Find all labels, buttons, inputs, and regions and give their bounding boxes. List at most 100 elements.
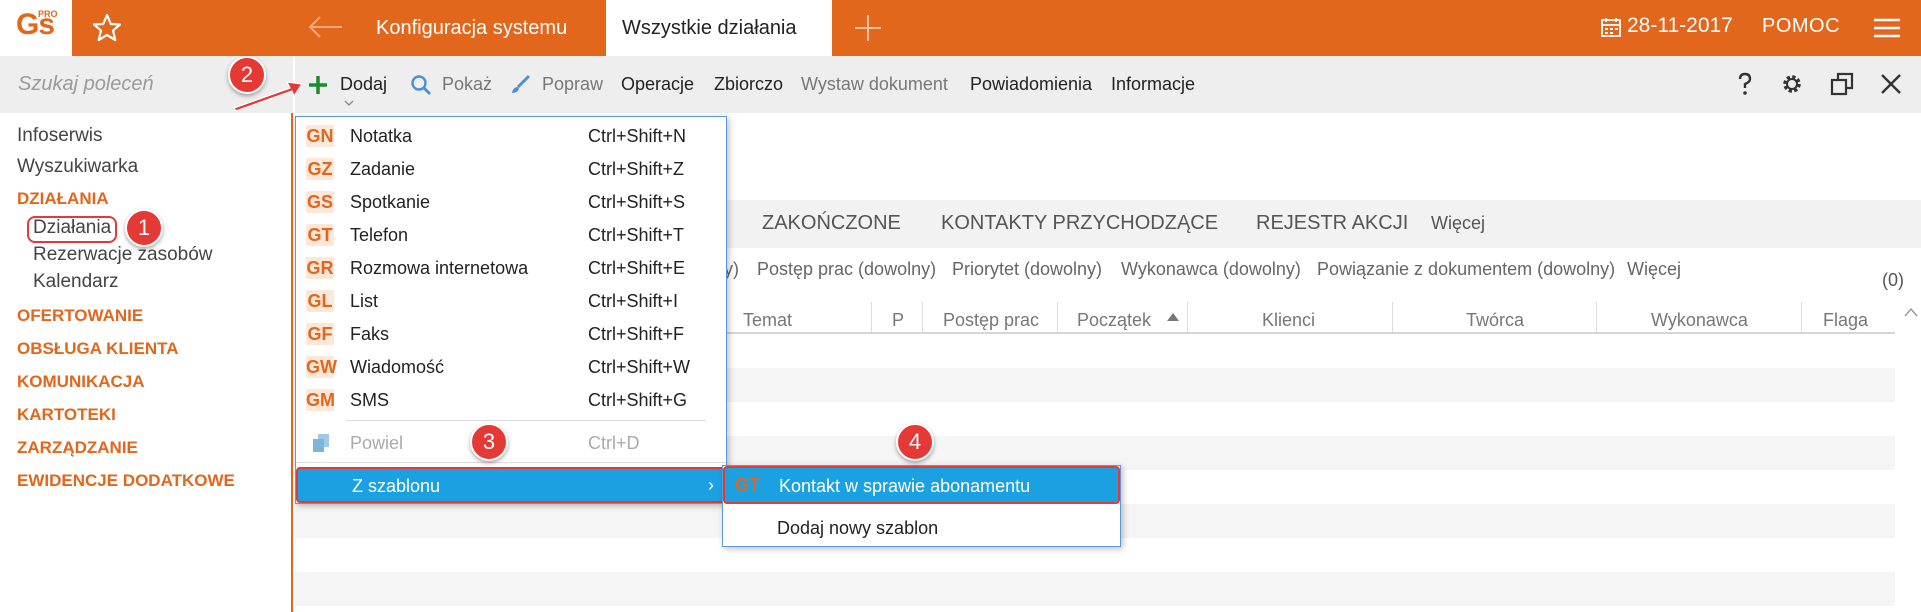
scroll-up-chevron-icon[interactable] — [1904, 307, 1918, 317]
sidebar-section-kartoteki[interactable]: KARTOTEKI — [17, 405, 116, 425]
menu-item-shortcut: Ctrl+Shift+N — [588, 126, 687, 146]
sidebar-section-obsluga-klienta[interactable]: OBSŁUGA KLIENTA — [17, 339, 179, 359]
menu-item-code: GS — [306, 191, 334, 213]
column-progress[interactable]: Postęp prac — [943, 310, 1039, 331]
menu-item-sms[interactable]: GM SMS Ctrl+Shift+G — [296, 383, 726, 416]
filter-more[interactable]: Więcej — [1627, 259, 1681, 280]
template-item-subscription-contact[interactable]: GT Kontakt w sprawie abonamentu — [723, 466, 1120, 504]
tab-more[interactable]: Więcej — [1431, 213, 1485, 234]
help-link[interactable]: POMOC — [1762, 15, 1840, 38]
add-button[interactable]: Dodaj — [340, 74, 387, 95]
menu-item-code: GR — [306, 257, 334, 279]
menu-item-label: SMS — [350, 390, 390, 410]
sidebar-item-rezerwacje[interactable]: Rezerwacje zasobów — [33, 244, 213, 266]
sidebar-item-dzialania[interactable]: Działania — [33, 217, 111, 239]
add-new-template-item[interactable]: Dodaj nowy szablon — [777, 518, 938, 539]
column-subject[interactable]: Temat — [743, 310, 792, 331]
help-question-icon[interactable] — [1732, 71, 1758, 97]
operations-button[interactable]: Operacje — [621, 74, 694, 95]
column-flag[interactable]: Flaga — [1823, 310, 1868, 331]
sort-ascending-icon — [1167, 313, 1179, 321]
sidebar-item-kalendarz[interactable]: Kalendarz — [33, 271, 119, 293]
menu-item-chat[interactable]: GR Rozmowa internetowa Ctrl+Shift+E — [296, 251, 726, 284]
chevron-down-icon — [344, 100, 354, 106]
gear-icon[interactable] — [1779, 71, 1805, 97]
filter-executor[interactable]: Wykonawca (dowolny) — [1121, 259, 1301, 280]
column-executor[interactable]: Wykonawca — [1651, 310, 1748, 331]
menu-item-code: GM — [306, 389, 335, 411]
menu-item-label: Notatka — [350, 126, 413, 146]
sidebar-item-infoserwis[interactable]: Infoserwis — [17, 125, 103, 147]
search-placeholder: Szukaj poleceń — [18, 73, 154, 95]
collection-button[interactable]: Zbiorczo — [714, 74, 783, 95]
notifications-button[interactable]: Powiadomienia — [970, 74, 1092, 95]
add-tab-plus-icon[interactable] — [853, 13, 883, 43]
favorite-star-icon[interactable] — [92, 13, 122, 43]
restore-window-icon[interactable] — [1829, 71, 1855, 97]
menu-item-label: List — [350, 291, 379, 311]
menu-item-label: Z szablonu — [352, 476, 441, 496]
menu-item-phone[interactable]: GT Telefon Ctrl+Shift+T — [296, 218, 726, 251]
menu-item-code: GN — [306, 125, 334, 147]
app-logo[interactable]: Gs PRO — [0, 0, 72, 56]
menu-item-from-template[interactable]: Z szablonu › — [296, 467, 726, 503]
tab-incoming-contacts[interactable]: KONTAKTY PRZYCHODZĄCE — [941, 212, 1218, 235]
menu-divider — [346, 420, 706, 421]
tab-system-configuration[interactable]: Konfiguracja systemu — [360, 0, 606, 56]
sidebar-section-zarzadzanie[interactable]: ZARZĄDZANIE — [17, 438, 138, 458]
add-dropdown-menu: GN Notatka Ctrl+Shift+N GZ Zadanie Ctrl+… — [295, 116, 727, 504]
menu-divider — [296, 462, 726, 463]
filter-document-link[interactable]: Powiązanie z dokumentem (dowolny) — [1317, 259, 1615, 280]
column-separator — [871, 302, 872, 332]
menu-item-fax[interactable]: GF Faks Ctrl+Shift+F — [296, 317, 726, 350]
sidebar-section-komunikacja[interactable]: KOMUNIKACJA — [17, 372, 145, 392]
menu-item-label: Powiel — [350, 433, 404, 453]
annotation-badge-3: 3 — [470, 423, 508, 461]
grid-row[interactable] — [295, 572, 1895, 606]
column-separator — [1392, 302, 1393, 332]
menu-item-label: Telefon — [350, 225, 409, 245]
search-icon — [411, 75, 431, 95]
edit-button[interactable]: Popraw — [542, 74, 603, 95]
menu-item-shortcut: Ctrl+Shift+S — [588, 192, 686, 212]
show-button[interactable]: Pokaż — [442, 74, 492, 95]
menu-item-shortcut: Ctrl+Shift+T — [588, 225, 685, 245]
tab-completed[interactable]: ZAKOŃCZONE — [762, 212, 901, 235]
menu-item-label: Rozmowa internetowa — [350, 258, 529, 278]
menu-item-label: Faks — [350, 324, 390, 344]
filter-progress[interactable]: Postęp prac (dowolny) — [757, 259, 936, 280]
column-start[interactable]: Początek — [1077, 310, 1151, 331]
sidebar-item-wyszukiwarka[interactable]: Wyszukiwarka — [17, 156, 138, 178]
tab-all-activities[interactable]: Wszystkie działania — [606, 0, 832, 56]
menu-item-letter[interactable]: GL List Ctrl+Shift+I — [296, 284, 726, 317]
back-arrow-icon[interactable] — [306, 12, 346, 42]
menu-item-code: GF — [306, 323, 334, 345]
sidebar-section-dzialania[interactable]: DZIAŁANIA — [17, 189, 109, 209]
close-icon[interactable] — [1878, 71, 1904, 97]
filter-priority[interactable]: Priorytet (dowolny) — [952, 259, 1102, 280]
menu-item-meeting[interactable]: GS Spotkanie Ctrl+Shift+S — [296, 185, 726, 218]
menu-item-code: GW — [306, 356, 337, 378]
column-creator[interactable]: Twórca — [1466, 310, 1524, 331]
column-clients[interactable]: Klienci — [1262, 310, 1315, 331]
issue-document-button[interactable]: Wystaw dokument — [801, 74, 948, 95]
hamburger-menu-icon[interactable] — [1874, 17, 1900, 39]
template-submenu: GT Kontakt w sprawie abonamentu Dodaj no… — [722, 465, 1121, 547]
menu-item-shortcut: Ctrl+Shift+Z — [588, 159, 685, 179]
menu-item-shortcut: Ctrl+Shift+G — [588, 390, 688, 410]
menu-item-duplicate[interactable]: Powiel Ctrl+D — [296, 426, 726, 459]
tab-action-register[interactable]: REJESTR AKCJI — [1256, 212, 1408, 235]
menu-item-note[interactable]: GN Notatka Ctrl+Shift+N — [296, 119, 726, 152]
menu-item-shortcut: Ctrl+D — [588, 433, 640, 453]
template-item-label: Kontakt w sprawie abonamentu — [779, 476, 1031, 496]
calendar-icon — [1601, 18, 1621, 37]
sidebar-section-ewidencje[interactable]: EWIDENCJE DODATKOWE — [17, 471, 235, 491]
current-date[interactable]: 28-11-2017 — [1627, 14, 1733, 38]
column-priority[interactable]: P — [892, 310, 904, 331]
information-button[interactable]: Informacje — [1111, 74, 1195, 95]
menu-item-label: Zadanie — [350, 159, 416, 179]
menu-item-message[interactable]: GW Wiadomość Ctrl+Shift+W — [296, 350, 726, 383]
sidebar-section-ofertowanie[interactable]: OFERTOWANIE — [17, 306, 143, 326]
menu-item-shortcut: Ctrl+Shift+I — [588, 291, 679, 311]
menu-item-task[interactable]: GZ Zadanie Ctrl+Shift+Z — [296, 152, 726, 185]
